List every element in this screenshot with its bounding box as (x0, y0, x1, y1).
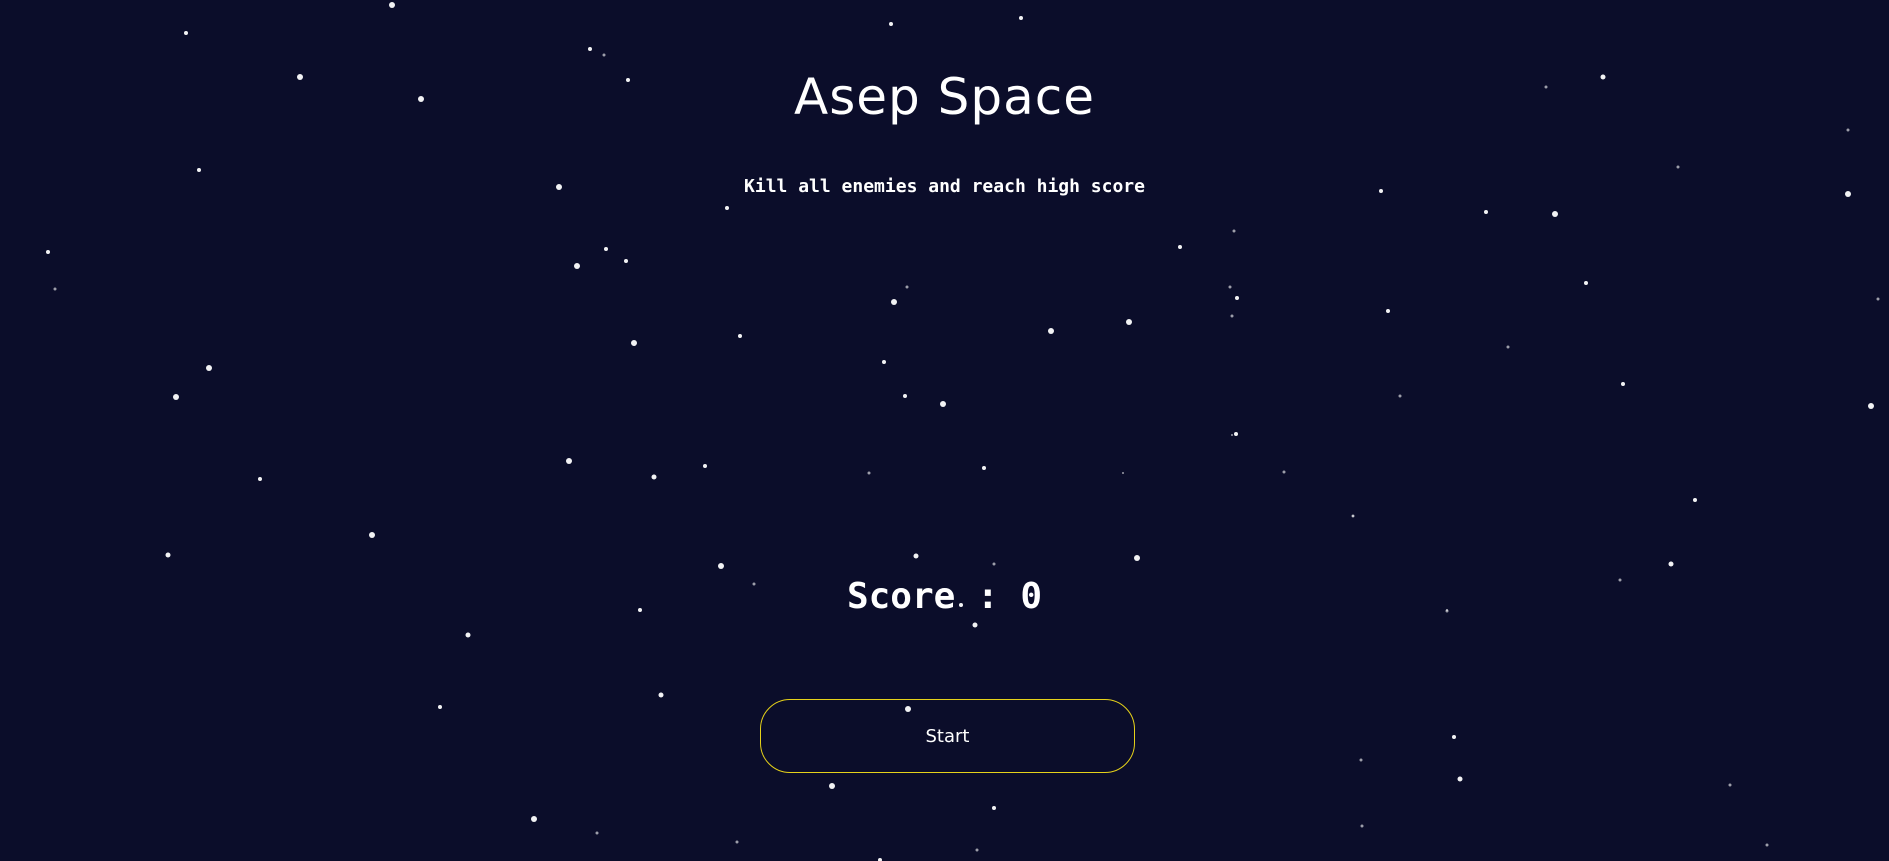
star (1235, 296, 1239, 300)
star (658, 692, 664, 698)
star (992, 562, 996, 566)
star (1359, 758, 1363, 762)
star (1352, 515, 1354, 517)
star (940, 401, 946, 407)
star (1048, 328, 1054, 334)
game-title: Asep Space (793, 68, 1095, 126)
star (718, 563, 724, 569)
star (1846, 128, 1850, 132)
star (889, 22, 893, 26)
star (725, 206, 729, 210)
star (829, 783, 835, 789)
star (1019, 16, 1023, 20)
star (1868, 403, 1874, 409)
star (1552, 211, 1558, 217)
star (1134, 555, 1140, 561)
star (903, 394, 907, 398)
star (1282, 470, 1286, 474)
star (972, 622, 978, 628)
star (1621, 382, 1625, 386)
star (574, 263, 580, 269)
star (1234, 432, 1238, 436)
star (206, 365, 212, 371)
star (867, 471, 871, 475)
star (465, 632, 471, 638)
star (913, 553, 919, 559)
star (1484, 210, 1488, 214)
star (1676, 165, 1680, 169)
star (1178, 245, 1182, 249)
star (1668, 561, 1674, 567)
star (982, 466, 986, 470)
star (1232, 229, 1236, 233)
star (258, 477, 262, 481)
game-screen: Asep Space Kill all enemies and reach hi… (0, 0, 1889, 861)
star (1231, 434, 1233, 436)
star (631, 340, 637, 346)
star (624, 259, 628, 263)
star (197, 168, 201, 172)
star (1398, 394, 1402, 398)
star (975, 848, 979, 852)
star (588, 47, 592, 51)
star (531, 816, 537, 822)
star (1230, 314, 1234, 318)
star (602, 53, 606, 57)
star (735, 840, 739, 844)
star (1765, 843, 1769, 847)
star (1693, 498, 1697, 502)
start-button[interactable]: Start (760, 699, 1135, 773)
score-display: Score : 0 (0, 576, 1889, 617)
score-label: Score : (846, 576, 1021, 617)
star (1126, 319, 1132, 325)
star (891, 299, 897, 305)
star (1584, 281, 1588, 285)
game-subtitle: Kill all enemies and reach high score (744, 176, 1145, 197)
star (53, 287, 57, 291)
star (1457, 776, 1463, 782)
score-value: 0 (1020, 576, 1043, 617)
star (738, 334, 742, 338)
star (1452, 735, 1456, 739)
star (905, 285, 909, 289)
star (173, 394, 179, 400)
star (1360, 824, 1364, 828)
star (1728, 783, 1732, 787)
star (1386, 309, 1390, 313)
star (1876, 297, 1880, 301)
star (882, 360, 886, 364)
star (184, 31, 188, 35)
star (703, 464, 707, 468)
star (369, 532, 375, 538)
star (651, 474, 657, 480)
star (165, 552, 171, 558)
star (595, 831, 599, 835)
star (1506, 345, 1510, 349)
star (46, 250, 50, 254)
star (1228, 285, 1232, 289)
star (566, 458, 572, 464)
star (604, 247, 608, 251)
star (1122, 472, 1124, 474)
star (389, 2, 395, 8)
star (438, 705, 442, 709)
star (992, 806, 996, 810)
